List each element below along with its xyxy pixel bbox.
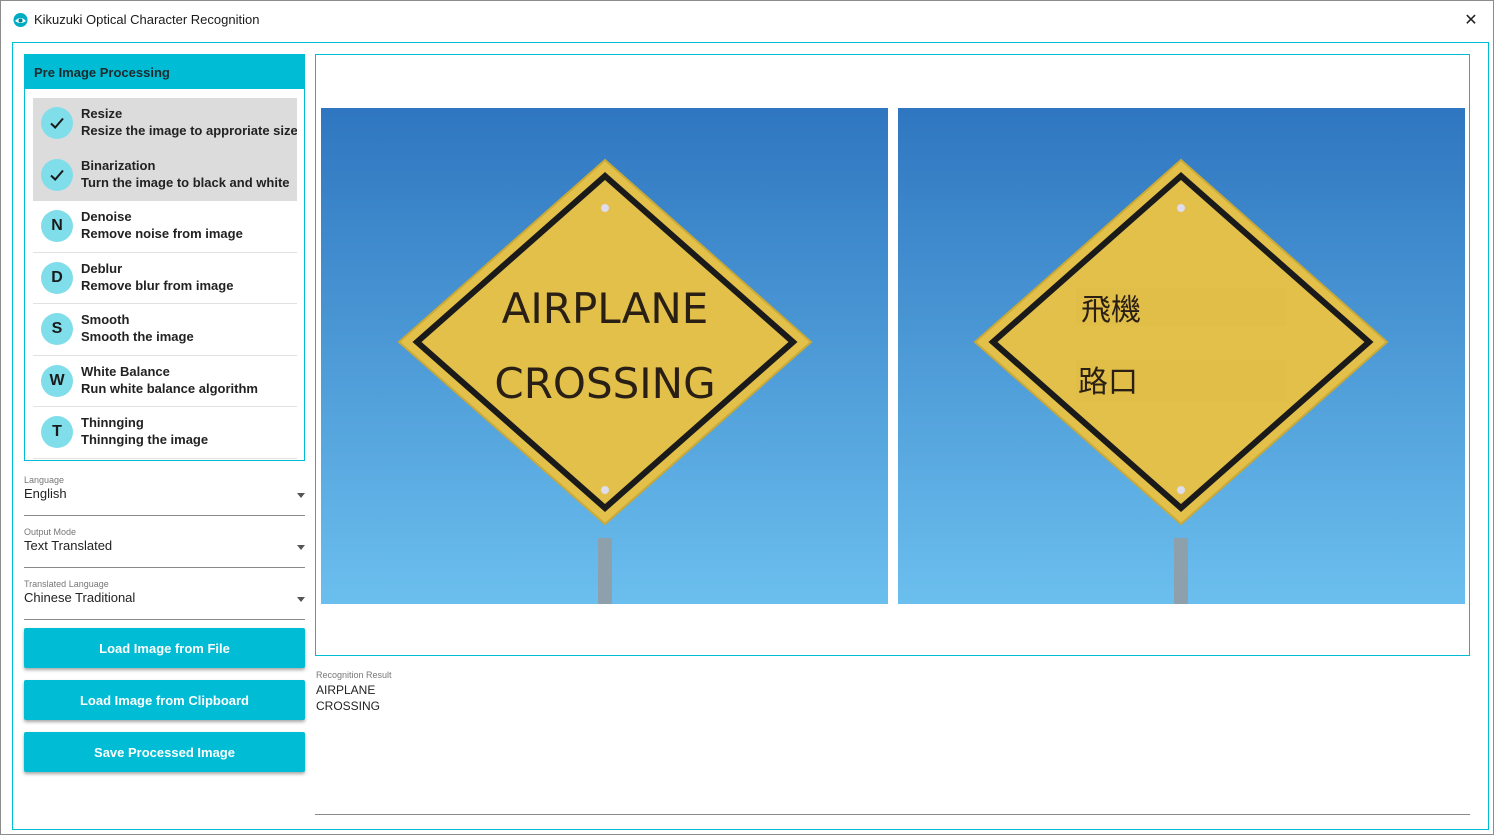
translated-language-label: Translated Language [24, 579, 109, 589]
check-icon [41, 107, 73, 139]
item-title: Thinnging [81, 415, 144, 430]
item-description: Remove noise from image [81, 226, 243, 241]
item-title: Smooth [81, 312, 130, 327]
item-description: Resize the image to approriate size [81, 123, 297, 138]
recognition-result-text[interactable]: AIRPLANE CROSSING [316, 682, 380, 714]
sign-text-line2: CROSSING [494, 359, 715, 408]
chevron-down-icon [297, 493, 305, 498]
item-badge: N [41, 210, 73, 242]
item-badge: W [41, 364, 73, 397]
image-preview-frame: AIRPLANE CROSSING 飛機 路口 [315, 54, 1470, 656]
close-button[interactable]: ✕ [1449, 1, 1493, 38]
save-processed-image-button[interactable]: Save Processed Image [24, 732, 305, 772]
item-title: Denoise [81, 209, 132, 224]
panel-header: Pre Image Processing [25, 55, 304, 89]
translated-text-line2: 路口 [1078, 365, 1138, 400]
item-title: White Balance [81, 363, 170, 379]
language-label: Language [24, 475, 65, 485]
language-select[interactable]: Language English [24, 475, 305, 516]
pre-processing-panel: Pre Image Processing Resize Resize the im… [24, 54, 305, 461]
processing-item-binarization[interactable]: Binarization Turn the image to black and … [33, 149, 297, 201]
result-underline [315, 814, 1470, 815]
item-badge: T [41, 416, 73, 448]
load-image-file-button[interactable]: Load Image from File [24, 628, 305, 668]
language-value: English [24, 486, 67, 501]
sign-text-line1: AIRPLANE [502, 284, 709, 333]
item-title: Deblur [81, 260, 123, 276]
item-description: Run white balance algorithm [81, 380, 258, 396]
translated-language-select[interactable]: Translated Language Chinese Traditional [24, 579, 305, 620]
translated-image: 飛機 路口 [898, 108, 1465, 604]
chevron-down-icon [297, 597, 305, 602]
translated-language-value: Chinese Traditional [24, 590, 136, 605]
title-bar[interactable]: Kikuzuki Optical Character Recognition ✕ [1, 1, 1493, 38]
close-icon: ✕ [1464, 11, 1478, 29]
chevron-down-icon [297, 545, 305, 550]
item-description: Turn the image to black and white [81, 174, 290, 190]
processing-item-smooth[interactable]: S Smooth Smooth the image [33, 304, 297, 356]
processing-list[interactable]: Resize Resize the image to approriate siz… [33, 98, 297, 459]
output-mode-label: Output Mode [24, 527, 77, 537]
processing-item-white-balance[interactable]: W White Balance Run white balance algorith… [33, 356, 297, 407]
translated-text-line1: 飛機 [1081, 293, 1141, 328]
output-mode-select[interactable]: Output Mode Text Translated [24, 527, 305, 568]
window-title: Kikuzuki Optical Character Recognition [34, 12, 260, 27]
processing-item-denoise[interactable]: N Denoise Remove noise from image [33, 201, 297, 253]
processing-item-resize[interactable]: Resize Resize the image to approriate siz… [33, 98, 297, 150]
check-icon [41, 158, 73, 191]
item-badge: D [41, 261, 73, 294]
load-image-clipboard-button[interactable]: Load Image from Clipboard [24, 680, 305, 720]
processing-item-deblur[interactable]: D Deblur Remove blur from image [33, 253, 297, 304]
recognition-result-label: Recognition Result [316, 670, 392, 680]
item-description: Thinnging the image [81, 432, 209, 447]
item-title: Resize [81, 106, 123, 121]
app-window: Kikuzuki Optical Character Recognition ✕… [0, 0, 1494, 835]
original-image: AIRPLANE CROSSING [321, 108, 888, 604]
processing-item-thinnging[interactable]: T Thinnging Thinnging the image [33, 407, 297, 459]
item-description: Smooth the image [81, 329, 194, 344]
item-title: Binarization [81, 157, 156, 173]
output-mode-value: Text Translated [24, 538, 113, 553]
app-logo-icon [13, 13, 28, 27]
item-badge: S [41, 313, 73, 345]
item-description: Remove blur from image [81, 277, 234, 293]
